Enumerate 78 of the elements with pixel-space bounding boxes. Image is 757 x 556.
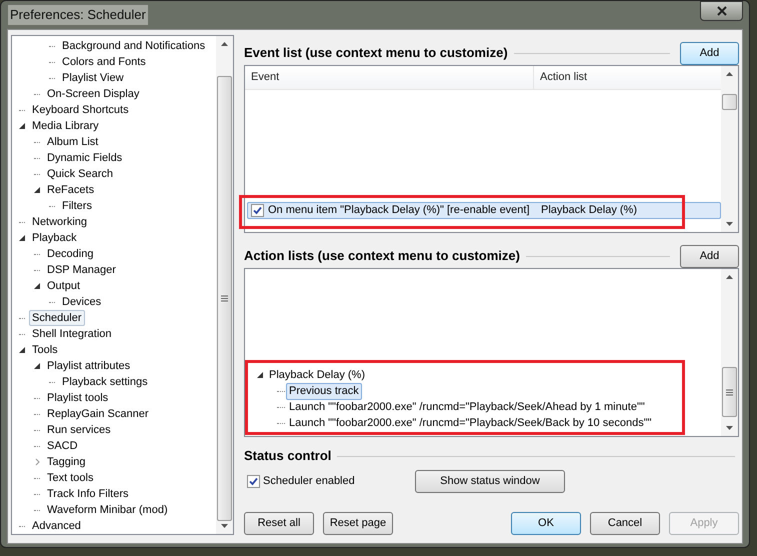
button[interactable]: Reset all	[244, 512, 314, 535]
scroll-thumb[interactable]	[722, 94, 737, 110]
tree-item[interactable]: Background and Notifications	[59, 39, 208, 53]
scroll-down-icon[interactable]	[221, 524, 228, 528]
tree-item[interactable]: Colors and Fonts	[59, 55, 149, 69]
scroll-up-icon[interactable]	[221, 42, 228, 46]
tree-item[interactable]: Run services	[44, 423, 114, 437]
section-heading: Event list (use context menu to customize)	[244, 44, 508, 62]
tree-item[interactable]: Quick Search	[44, 167, 116, 181]
tree-item[interactable]: Keyboard Shortcuts	[29, 103, 132, 117]
scroll-up-icon[interactable]	[726, 72, 733, 76]
tree-item[interactable]: ReplayGain Scanner	[44, 407, 152, 421]
expanded-triangle-icon[interactable]	[34, 363, 40, 369]
action-item[interactable]: Launch ""foobar2000.exe" /runcmd="Playback/Seek/Ahead by 1 minute""	[286, 400, 648, 414]
table-cell-text: Playback Delay (%)	[540, 203, 637, 218]
event-row[interactable]: On menu item "Playback Delay (%)" [re-enable event] Playback Delay (%)	[247, 202, 721, 219]
tree-item[interactable]: Scheduler	[29, 310, 85, 326]
grip-icon	[726, 388, 733, 396]
column-header[interactable]: Action list	[534, 66, 721, 89]
close-button[interactable]	[700, 1, 743, 21]
action-item[interactable]: Launch ""foobar2000.exe" /runcmd="Playback/Seek/Back by 10 seconds""	[286, 416, 655, 430]
tree-item[interactable]: Playlist View	[59, 71, 127, 85]
expanded-triangle-icon[interactable]	[19, 347, 25, 353]
scroll-thumb[interactable]	[217, 76, 232, 521]
button[interactable]: Reset page	[323, 512, 393, 535]
expanded-triangle-icon[interactable]	[34, 187, 40, 193]
scroll-thumb[interactable]	[722, 367, 737, 417]
tree-item[interactable]: Devices	[59, 295, 104, 309]
tree-item[interactable]: Playback	[29, 231, 80, 245]
tree-item[interactable]: Decoding	[44, 247, 96, 261]
section-heading: Status control	[244, 447, 332, 466]
scrollbar[interactable]	[721, 66, 738, 232]
tree-item[interactable]: Shell Integration	[29, 327, 114, 341]
tree-item[interactable]: ReFacets	[44, 183, 98, 197]
button[interactable]: Cancel	[590, 512, 660, 535]
action-list-item[interactable]: Playback Delay (%)	[267, 366, 367, 384]
button[interactable]: Show status window	[415, 470, 565, 492]
scroll-down-icon[interactable]	[726, 426, 733, 430]
button[interactable]: Add	[680, 244, 739, 268]
tree-item[interactable]: DSP Manager	[44, 263, 119, 277]
expanded-triangle-icon[interactable]	[19, 123, 25, 129]
column-header[interactable]: Event	[245, 66, 534, 89]
tree-item[interactable]: Media Library	[29, 119, 102, 133]
tree-item[interactable]: Playlist attributes	[44, 359, 134, 373]
grip-icon	[221, 295, 228, 302]
scroll-up-icon[interactable]	[726, 275, 733, 279]
checkbox[interactable]	[251, 204, 264, 217]
tree-item[interactable]: Waveform Minibar (mod)	[44, 503, 171, 517]
tree-item[interactable]: Playlist tools	[44, 391, 112, 405]
collapsed-chevron-icon[interactable]	[34, 458, 40, 466]
tree-item[interactable]: Playback settings	[59, 375, 151, 389]
tree-item[interactable]: Dynamic Fields	[44, 151, 126, 165]
table-cell-text: On menu item "Playback Delay (%)" [re-enable event]	[268, 203, 530, 218]
tree-item[interactable]: Tools	[29, 343, 61, 357]
tree-item[interactable]: Album List	[44, 135, 102, 149]
tree-item[interactable]: Output	[44, 279, 84, 293]
close-icon	[716, 6, 726, 16]
section-heading: Action lists (use context menu to customize)	[244, 247, 520, 266]
tree-item[interactable]: Tagging	[44, 455, 89, 469]
scrollbar[interactable]	[216, 36, 233, 534]
button[interactable]: OK	[511, 512, 581, 535]
expanded-triangle-icon[interactable]	[257, 372, 263, 378]
button[interactable]: Add	[680, 42, 739, 64]
action-item[interactable]: Previous track	[286, 382, 362, 400]
tree-item[interactable]: Track Info Filters	[44, 487, 132, 501]
window-title: Preferences: Scheduler	[8, 5, 148, 25]
tree-item[interactable]: SACD	[44, 439, 81, 453]
tree-item[interactable]: Filters	[59, 199, 95, 213]
tree-item[interactable]: Text tools	[44, 471, 96, 485]
expanded-triangle-icon[interactable]	[19, 235, 25, 241]
expanded-triangle-icon[interactable]	[34, 283, 40, 289]
tree-item[interactable]: On-Screen Display	[44, 87, 142, 101]
tree-item[interactable]: Advanced	[29, 519, 84, 533]
scrollbar[interactable]	[721, 269, 738, 436]
checkbox-label[interactable]: Scheduler enabled	[263, 472, 355, 490]
tree-item[interactable]: Networking	[29, 215, 90, 229]
scroll-down-icon[interactable]	[726, 222, 733, 226]
checkbox[interactable]	[247, 474, 260, 488]
